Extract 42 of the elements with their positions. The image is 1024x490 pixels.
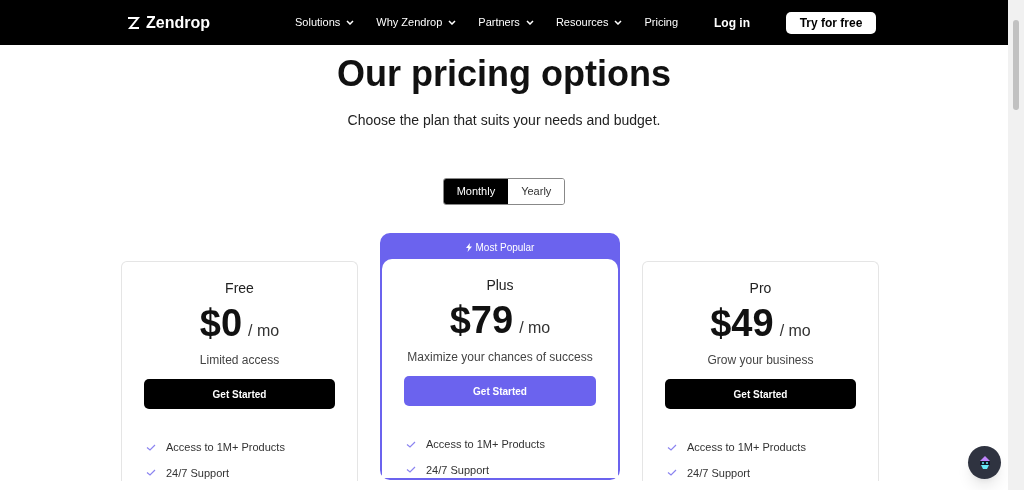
plan-description: Limited access bbox=[199, 352, 280, 369]
get-started-button[interactable]: Get Started bbox=[144, 379, 335, 409]
feature-text: Access to 1M+ Products bbox=[166, 440, 285, 455]
check-icon bbox=[406, 466, 416, 474]
check-icon bbox=[406, 440, 416, 448]
nav-link[interactable]: Pricing bbox=[644, 14, 679, 31]
check-icon bbox=[146, 469, 156, 477]
plan-name: Plus bbox=[486, 276, 514, 295]
plan-name: Free bbox=[225, 279, 254, 298]
price-unit: / mo bbox=[519, 318, 551, 338]
chat-button[interactable] bbox=[968, 446, 1001, 479]
login-link[interactable]: Log in bbox=[714, 13, 750, 32]
feature-text: Access to 1M+ Products bbox=[687, 440, 806, 455]
price-unit: / mo bbox=[779, 321, 811, 341]
nav-link[interactable]: Solutions bbox=[295, 14, 355, 31]
nav-link[interactable]: Resources bbox=[555, 14, 623, 31]
plan-price: $0 bbox=[199, 301, 243, 345]
nav-link[interactable]: Partners bbox=[478, 14, 534, 31]
plan-description: Grow your business bbox=[707, 352, 814, 369]
price-unit: / mo bbox=[248, 321, 280, 341]
feature-text: 24/7 Support bbox=[426, 462, 489, 478]
plan-price: $49 bbox=[710, 301, 774, 345]
nav-link[interactable]: Why Zendrop bbox=[376, 14, 457, 31]
check-icon bbox=[667, 469, 677, 477]
plan-name: Pro bbox=[749, 279, 772, 298]
plan-description: Maximize your chances of success bbox=[407, 349, 593, 366]
check-icon bbox=[667, 443, 677, 451]
get-started-button[interactable]: Get Started bbox=[404, 376, 596, 406]
try-for-free-button[interactable]: Try for free bbox=[786, 11, 876, 34]
get-started-button[interactable]: Get Started bbox=[665, 379, 856, 409]
lightning-icon bbox=[465, 242, 472, 252]
plan-price: $79 bbox=[449, 298, 514, 342]
logo-icon bbox=[127, 15, 141, 30]
badge-label: Most Popular bbox=[465, 239, 535, 255]
page-subheading: Choose the plan that suits your needs and budget. bbox=[347, 111, 661, 130]
page-heading: Our pricing options bbox=[337, 52, 671, 96]
check-icon bbox=[146, 443, 156, 451]
feature-text: Access to 1M+ Products bbox=[426, 437, 545, 452]
feature-text: 24/7 Support bbox=[687, 465, 750, 481]
feature-text: 24/7 Support bbox=[166, 465, 229, 481]
brand-name: Zendrop bbox=[146, 12, 210, 33]
billing-tab[interactable]: Monthly bbox=[443, 179, 509, 204]
